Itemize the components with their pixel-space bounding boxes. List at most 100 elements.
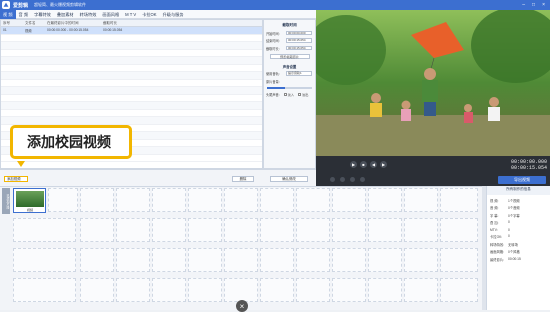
col-index: 序号	[3, 20, 10, 25]
clip-table-header: 序号 文件名 在最终影片中的时间 截取时长	[1, 20, 262, 27]
app-logo-icon	[2, 1, 10, 9]
col-filename: 文件名	[25, 20, 36, 25]
props-header: 截取时间	[282, 23, 297, 27]
timeline-slot	[80, 278, 114, 302]
video-preview	[316, 10, 550, 156]
tab-karaoke[interactable]: 卡拉OK	[139, 10, 159, 19]
timeline-slot	[224, 248, 258, 272]
clip-thumbnail	[16, 191, 44, 207]
main-window: 爱剪辑 超轻简、最火爆视频剪辑软件 – □ × 视 频 音 频 字幕特效 叠加素…	[0, 0, 550, 312]
preview-clip-button[interactable]: 预览/截取原片	[269, 53, 310, 59]
add-video-button[interactable]: 添加视频	[4, 176, 28, 182]
timeline-slot	[188, 218, 222, 242]
next-frame-icon[interactable]: ▶	[380, 161, 387, 168]
table-row	[1, 50, 262, 57]
table-row	[1, 35, 262, 42]
menu-bar: 视 频 音 频 字幕特效 叠加素材 转场特效 画面风格 M T V 卡拉OK 升…	[0, 9, 316, 19]
minimize-icon[interactable]: –	[522, 2, 525, 8]
timeline-slot	[368, 248, 402, 272]
timeline-slot	[188, 188, 222, 212]
timeline-slot	[260, 218, 294, 242]
play-icon[interactable]: ▶	[350, 161, 357, 168]
timeline-slot	[188, 278, 222, 302]
timeline-slot	[152, 248, 186, 272]
timeline-slot	[116, 218, 150, 242]
snapshot-icon[interactable]	[330, 177, 335, 182]
fullscreen-icon[interactable]	[350, 177, 355, 182]
tab-upgrade[interactable]: 升级与服务	[160, 10, 187, 19]
fade-label: 头尾声音:	[266, 92, 280, 97]
timeline-side-tab[interactable]: 已添加片段	[2, 188, 10, 214]
prev-frame-icon[interactable]: ◀	[370, 161, 377, 168]
end-label: 结束时间:	[266, 39, 280, 43]
timeline-slot	[296, 218, 330, 242]
confirm-button[interactable]: 确认修改	[270, 176, 308, 182]
audio-track-label: 使用音轨:	[266, 72, 280, 76]
export-button[interactable]: 导出视频	[498, 176, 546, 184]
close-icon[interactable]: ×	[542, 2, 545, 8]
start-time-field[interactable]: 00:00:00.000	[286, 30, 312, 36]
timeline-slot	[404, 188, 438, 212]
timeline-slot	[296, 188, 330, 212]
end-time-field[interactable]: 00:00:15.054	[286, 38, 312, 43]
total-time: 00:00:15.054	[510, 165, 547, 171]
table-row[interactable]: 01 视频 00:00:00.000 - 00:00:15.054 00:00:…	[1, 27, 262, 35]
timeline-slot	[116, 278, 150, 302]
timeline-slot	[152, 188, 186, 212]
info-panel: 所有制作的信息 视 频: 1个视频 音 频: 0个音频 字 幕: 0个字幕 叠 加: 0…	[486, 186, 550, 310]
timeline-slot	[296, 278, 330, 302]
timeline-slot	[332, 278, 366, 302]
timeline-slot	[152, 278, 186, 302]
delete-button[interactable]: 删除	[232, 176, 254, 182]
tab-subtitles[interactable]: 字幕特效	[31, 10, 54, 19]
info-panel-title: 所有制作的信息	[487, 186, 550, 195]
timeline-slot	[332, 188, 366, 212]
app-name: 爱剪辑	[13, 2, 29, 9]
col-time: 在最终影片中的时间	[47, 20, 79, 25]
tooltip-callout: 添加校园视频	[10, 125, 132, 159]
tab-overlay[interactable]: 叠加素材	[54, 10, 77, 19]
tab-styles[interactable]: 画面风格	[99, 10, 122, 19]
timeline-slot	[116, 248, 150, 272]
timeline-slot	[260, 278, 294, 302]
timeline-slot	[440, 278, 478, 302]
timeline-slot	[404, 218, 438, 242]
timeline-slot	[260, 248, 294, 272]
timeline-slot	[368, 188, 402, 212]
folder-icon[interactable]	[340, 177, 345, 182]
tab-audio[interactable]: 音 频	[16, 10, 32, 19]
maximize-icon[interactable]: □	[532, 2, 535, 8]
title-bar: 爱剪辑 超轻简、最火爆视频剪辑软件 – □ ×	[0, 0, 550, 10]
table-row	[1, 117, 262, 125]
timeline-slot	[296, 248, 330, 272]
timeline-slot	[368, 278, 402, 302]
tab-transitions[interactable]: 转场特效	[77, 10, 100, 19]
tab-mtv[interactable]: M T V	[122, 10, 139, 19]
timeline-slot	[116, 188, 150, 212]
timeline-slot	[368, 218, 402, 242]
stop-icon[interactable]: ■	[360, 161, 367, 168]
col-duration: 截取时长	[103, 20, 117, 25]
table-row	[1, 80, 262, 87]
app-subtitle: 超轻简、最火爆视频剪辑软件	[34, 2, 87, 7]
table-row	[1, 42, 262, 50]
timeline-clip[interactable]: 视频	[13, 188, 46, 213]
timeline-slot	[13, 218, 76, 242]
tab-video[interactable]: 视 频	[0, 9, 16, 19]
close-overlay-icon[interactable]: ×	[236, 300, 248, 312]
timeline-slot	[152, 218, 186, 242]
timeline-slot	[224, 188, 258, 212]
fade-in-checkbox[interactable]: 淡入	[283, 92, 294, 97]
volume-slider[interactable]	[267, 86, 312, 89]
audio-track-select[interactable]: 提示音轨1	[286, 71, 312, 76]
duration-label: 截取时长:	[266, 46, 280, 51]
timeline-slot	[80, 188, 114, 212]
timeline-slot	[332, 218, 366, 242]
clip-properties-panel: 截取时间 开始时间: 00:00:00.000 结束时间: 00:00:15.0…	[263, 19, 316, 169]
timeline-slot	[80, 248, 114, 272]
settings-icon[interactable]	[360, 177, 365, 182]
clip-caption: 视频	[26, 208, 33, 212]
table-row	[1, 65, 262, 72]
preview-image	[316, 10, 550, 156]
fade-out-checkbox[interactable]: 淡出	[298, 92, 308, 97]
